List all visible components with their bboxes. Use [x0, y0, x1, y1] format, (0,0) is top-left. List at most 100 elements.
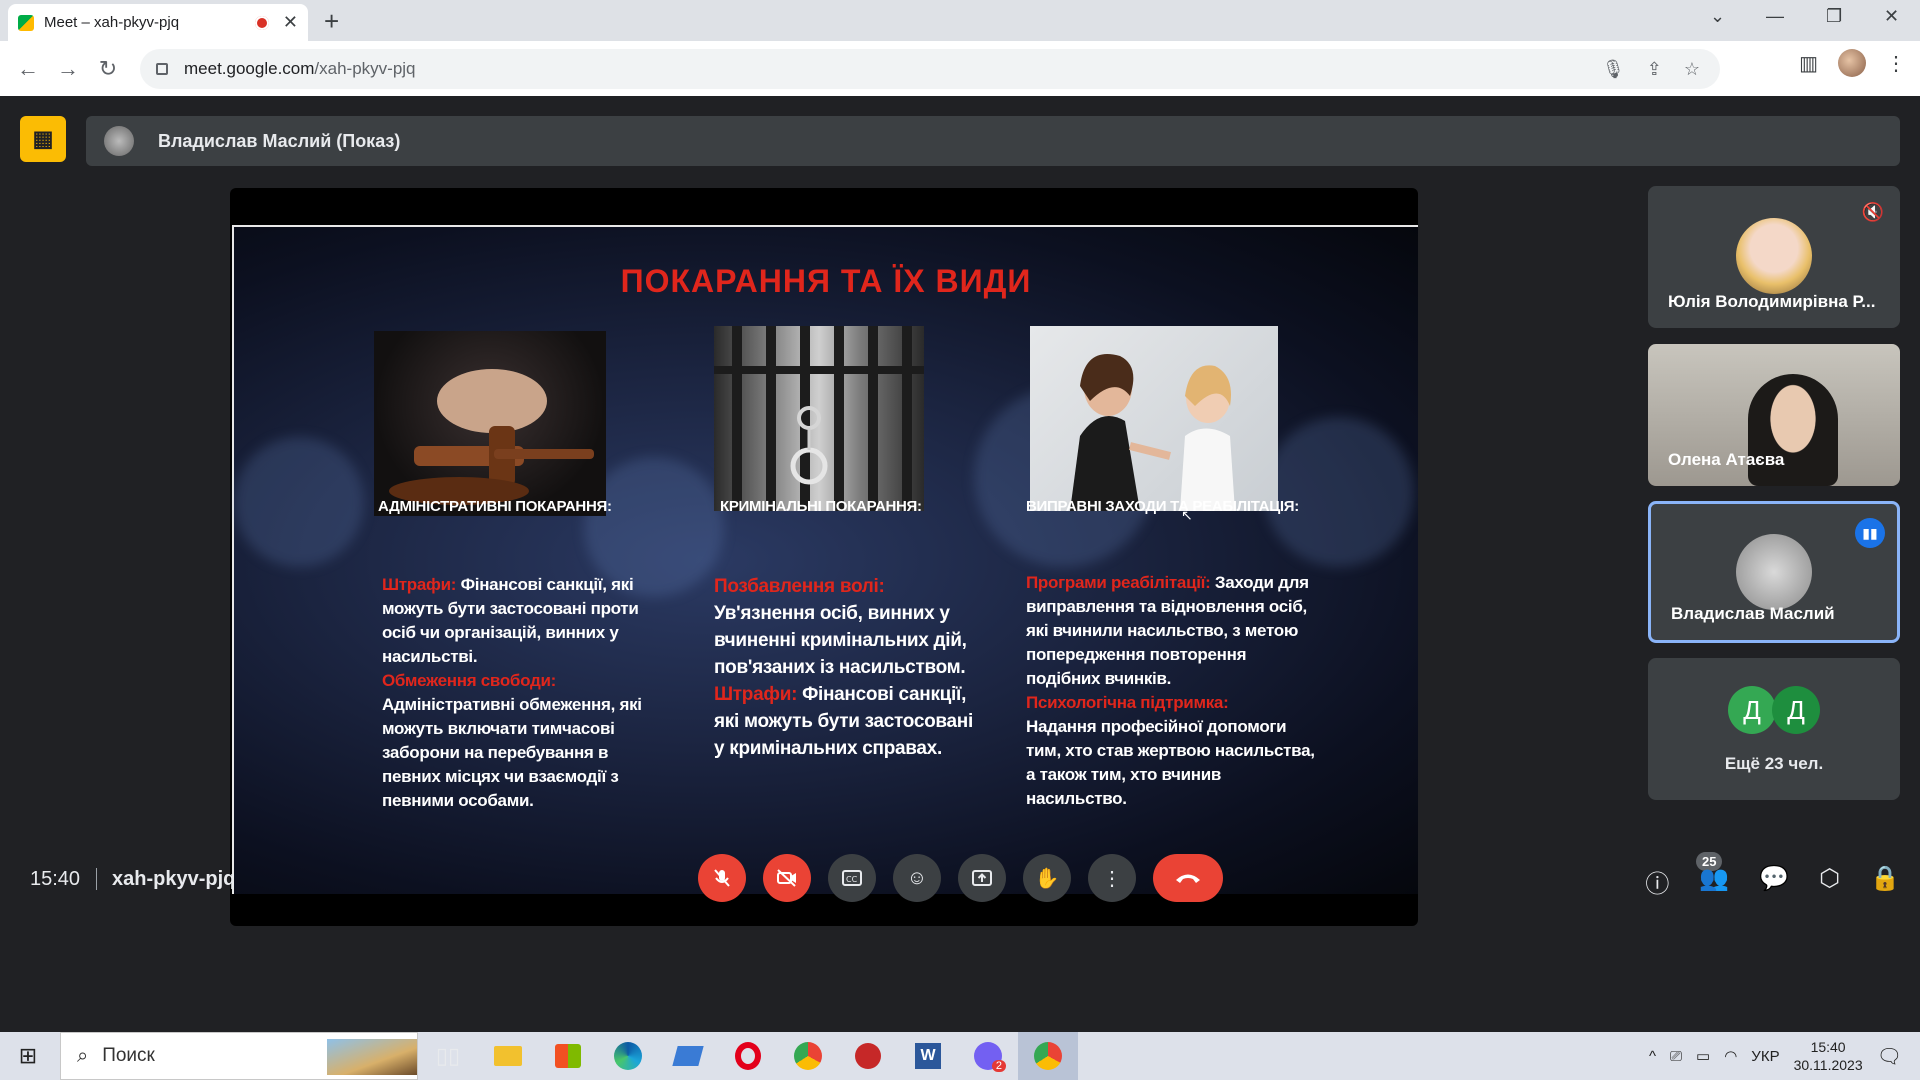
more-options-button[interactable]: ⋮ [1088, 854, 1136, 902]
svg-text:CC: CC [846, 875, 858, 884]
slide-title: ПОКАРАННЯ ТА ЇХ ВИДИ [620, 263, 1032, 299]
new-tab-button[interactable]: + [324, 6, 339, 37]
participant-name: Олена Атаєва [1668, 450, 1785, 469]
chat-icon[interactable]: 💬 [1759, 864, 1789, 899]
browser-tab[interactable]: Meet – xah-pkyv-pjq ✕ [8, 4, 308, 41]
forward-button[interactable]: → [48, 56, 88, 82]
chrome-active-icon[interactable] [1018, 1032, 1078, 1080]
gavel-photo [374, 331, 606, 516]
bokeh-decoration [234, 437, 364, 567]
address-bar[interactable]: meet.google.com/xah-pkyv-pjq 🎙 ⇪ ☆ [140, 49, 1720, 89]
battery-icon[interactable]: ▭ [1696, 1047, 1710, 1065]
reactions-button[interactable]: ☺ [893, 854, 941, 902]
meet-area: ▦ Владислав Маслий (Показ) ПОКАРАННЯ ТА … [0, 96, 1920, 1032]
task-view-icon[interactable]: ▯▯ [418, 1032, 478, 1080]
show-hidden-icons[interactable]: ^ [1649, 1048, 1656, 1065]
bokeh-decoration [1264, 417, 1414, 567]
word-icon[interactable]: W [898, 1032, 958, 1080]
meeting-code: xah-pkyv-pjq [112, 868, 236, 890]
meeting-time: 15:40 [30, 868, 81, 890]
opera-icon[interactable] [718, 1032, 778, 1080]
browser-tab-bar: Meet – xah-pkyv-pjq ✕ + ⌄ — ❐ ✕ [0, 0, 1920, 41]
share-icon[interactable]: ⇪ [1647, 59, 1662, 80]
avatar: Д [1772, 686, 1820, 734]
restore-button[interactable]: ❐ [1826, 6, 1842, 27]
microphone-icon[interactable]: 🎙 [1602, 59, 1625, 80]
activities-icon[interactable]: ⬡ [1819, 864, 1840, 899]
speaking-indicator-icon: ▮▮ [1855, 518, 1885, 548]
profile-avatar[interactable] [1838, 49, 1866, 77]
notification-badge: 2 [991, 1060, 1006, 1072]
camera-toggle-button[interactable] [763, 854, 811, 902]
app-icon[interactable] [658, 1032, 718, 1080]
more-participants-tile[interactable]: Д Д Ещё 23 чел. [1648, 658, 1900, 800]
presenter-bar: Владислав Маслий (Показ) [86, 116, 1900, 166]
windows-taskbar: ⊞ ⌕ Поиск ▯▯ W 2 ^ ⎚ ▭ ◠ УКР 15:40 30.11… [0, 1032, 1920, 1080]
people-icon[interactable]: 👥 [1699, 864, 1729, 899]
term: Обмеження свободи: [382, 671, 556, 690]
file-explorer-icon[interactable] [478, 1032, 538, 1080]
bookmark-star-icon[interactable]: ☆ [1684, 59, 1700, 80]
chrome-icon[interactable] [778, 1032, 838, 1080]
avatar: Д [1728, 686, 1776, 734]
search-icon: ⌕ [77, 1044, 89, 1067]
close-window-button[interactable]: ✕ [1884, 6, 1899, 27]
column-heading-administrative: АДМІНІСТРАТИВНІ ПОКАРАННЯ: [378, 498, 612, 515]
term: Програми реабілітації: [1026, 573, 1211, 592]
avatar [1736, 218, 1812, 294]
url-host: meet.google.com [184, 59, 315, 78]
participant-tile[interactable]: 🔇 Юлія Володимирівна Р... [1648, 186, 1900, 328]
back-button[interactable]: ← [8, 56, 48, 82]
term-text: Надання професійної допомоги тим, хто ст… [1026, 717, 1315, 808]
column-rehabilitation: Програми реабілітації: Заходи для виправ… [1026, 571, 1316, 811]
microsoft-store-icon[interactable] [538, 1032, 598, 1080]
url-path: /xah-pkyv-pjq [314, 59, 416, 78]
participant-tile[interactable]: ▮▮ Владислав Маслий [1648, 501, 1900, 643]
taskbar-search[interactable]: ⌕ Поиск [60, 1032, 418, 1080]
avatar [1736, 534, 1812, 610]
system-tray: ^ ⎚ ▭ ◠ УКР 15:40 30.11.2023 🗨 [1649, 1032, 1920, 1080]
prison-bars-photo [714, 326, 924, 511]
presentation-icon[interactable]: ▦ [20, 116, 66, 162]
recording-indicator-icon [254, 15, 269, 30]
presenter-label: Владислав Маслий (Показ) [158, 130, 401, 151]
mic-toggle-button[interactable] [698, 854, 746, 902]
meeting-controls-bar: 15:40 xah-pkyv-pjq CC ☺ ✋ ⋮ 25 ⓘ 👥 💬 ⬡ 🔒 [0, 836, 1920, 926]
mother-child-photo [1030, 326, 1278, 511]
leave-call-button[interactable] [1153, 854, 1223, 902]
captions-button[interactable]: CC [828, 854, 876, 902]
viber-icon[interactable]: 2 [958, 1032, 1018, 1080]
column-heading-rehabilitation: ВИПРАВНІ ЗАХОДИ ТА РЕАБІЛІТАЦІЯ: [1026, 498, 1299, 515]
present-screen-button[interactable] [958, 854, 1006, 902]
host-controls-icon[interactable]: 🔒 [1870, 864, 1900, 899]
camera-icon[interactable]: ⎚ [1670, 1048, 1682, 1065]
tab-search-icon[interactable]: ⌄ [1710, 6, 1725, 27]
raise-hand-button[interactable]: ✋ [1023, 854, 1071, 902]
tab-title: Meet – xah-pkyv-pjq [44, 14, 180, 31]
column-criminal: Позбавлення волі: Ув'язнення осіб, винни… [714, 573, 976, 762]
mouse-cursor-icon: ↖ [1181, 507, 1193, 523]
clock[interactable]: 15:40 30.11.2023 [1794, 1038, 1863, 1074]
divider [96, 868, 97, 890]
app-icon[interactable] [838, 1032, 898, 1080]
wifi-icon[interactable]: ◠ [1724, 1047, 1737, 1065]
meeting-details-icon[interactable]: ⓘ [1645, 864, 1669, 899]
language-indicator[interactable]: УКР [1751, 1048, 1779, 1065]
participant-tile[interactable]: Олена Атаєва [1648, 344, 1900, 486]
column-administrative: Штрафи: Фінансові санкції, які можуть бу… [382, 573, 652, 813]
more-participants-label: Ещё 23 чел. [1724, 754, 1824, 773]
column-heading-criminal: КРИМІНАЛЬНІ ПОКАРАННЯ: [720, 498, 922, 515]
browser-menu-icon[interactable]: ⋮ [1886, 51, 1906, 76]
side-panel-icon[interactable]: ▥ [1799, 51, 1818, 76]
term-text: Адміністративні обмеження, які можуть вк… [382, 695, 642, 810]
close-tab-icon[interactable]: ✕ [283, 12, 298, 33]
participant-name: Юлія Володимирівна Р... [1668, 292, 1876, 311]
clock-date: 30.11.2023 [1793, 1057, 1863, 1073]
presenter-avatar [104, 126, 134, 156]
notifications-icon[interactable]: 🗨 [1877, 1044, 1902, 1069]
edge-icon[interactable] [598, 1032, 658, 1080]
reload-button[interactable]: ↻ [88, 56, 128, 82]
minimize-button[interactable]: — [1766, 6, 1784, 27]
mic-off-icon: 🔇 [1861, 202, 1884, 222]
windows-start-icon[interactable]: ⊞ [0, 1043, 56, 1069]
